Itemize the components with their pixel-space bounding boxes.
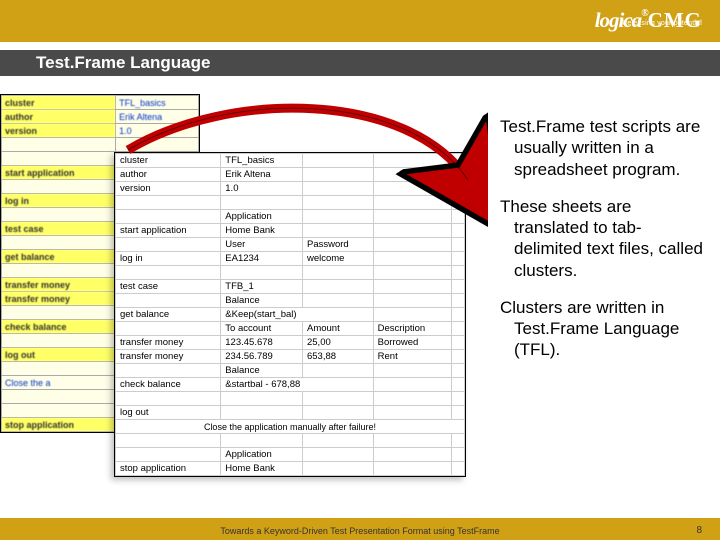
footer-text: Towards a Keyword-Driven Test Presentati… [0,526,720,536]
bullet-2: These sheets are translated to tab-delim… [484,196,704,281]
spreadsheet-front: clusterTFL_basics authorErik Altena vers… [114,152,466,477]
brand-tagline: Releasing your potential [622,20,702,27]
bullet-text: Test.Frame test scripts are usually writ… [484,116,704,377]
page-number: 8 [696,525,702,536]
slide-title: Test.Frame Language [0,50,720,76]
bullet-3: Clusters are written in Test.Frame Langu… [484,297,704,361]
close-row: Close the application manually after fai… [116,420,465,434]
bullet-1: Test.Frame test scripts are usually writ… [484,116,704,180]
